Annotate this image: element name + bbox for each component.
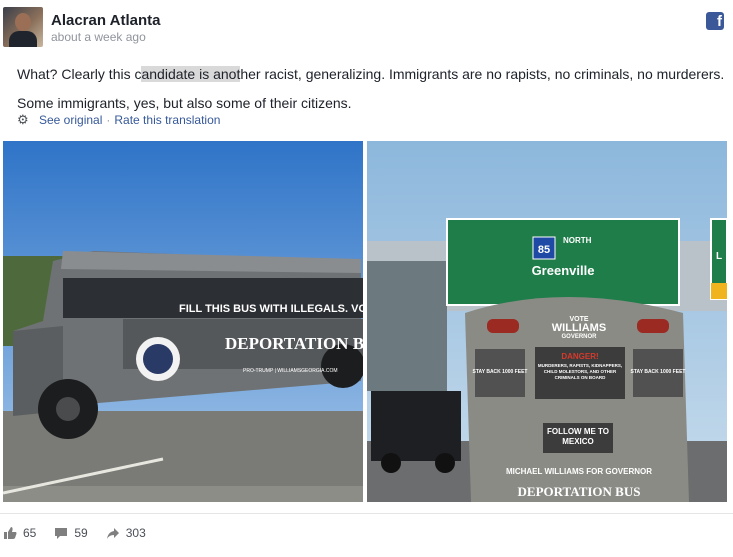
shares-stat[interactable]: 303 <box>106 526 146 540</box>
bus-small-sign: PRO-TRUMP | WILLIAMSGEORGIA.COM <box>243 368 338 374</box>
follow-me-text: FOLLOW ME TO MEXICO <box>546 427 610 446</box>
stay-back-left: STAY BACK 1000 FEET <box>473 369 528 375</box>
post-text-highlight: andidate is anot <box>141 66 241 82</box>
bus-fill-sign: FILL THIS BUS WITH ILLEGALS. VOTE <box>179 303 363 315</box>
post-text-part: What? Clearly this c <box>17 66 142 82</box>
comment-icon <box>55 528 68 539</box>
bus-michael-sign: MICHAEL WILLIAMS FOR GOVERNOR <box>506 467 652 476</box>
danger-label: DANGER! <box>561 352 598 361</box>
side-sign-letter: L <box>716 251 722 262</box>
separator-dot: · <box>106 113 111 127</box>
bus-side-image: FILL THIS BUS WITH ILLEGALS. VOTE DEPORT… <box>3 141 363 502</box>
share-icon <box>106 528 119 539</box>
bus-deportation-sign: DEPORTATION BUS <box>225 334 363 353</box>
bus-rear-photo[interactable]: 85 NORTH Greenville L VOTE WILLIAMS GOVE… <box>367 141 727 502</box>
bus-rear-image: 85 NORTH Greenville L VOTE WILLIAMS GOVE… <box>367 141 727 502</box>
danger-text: MURDERERS, RAPISTS, KIDNAPPERS, CHILD MO… <box>537 363 623 380</box>
interstate-number: 85 <box>538 244 550 256</box>
reaction-stats: 65 59 303 <box>3 526 164 540</box>
highway-direction: NORTH <box>563 236 592 245</box>
author-name[interactable]: Alacran Atlanta <box>51 12 160 29</box>
danger-text-box: MURDERERS, RAPISTS, KIDNAPPERS, CHILD MO… <box>537 363 623 380</box>
bus-williams: WILLIAMS <box>552 322 606 334</box>
comments-stat[interactable]: 59 <box>54 526 88 540</box>
post-timestamp[interactable]: about a week ago <box>51 30 146 44</box>
gear-icon[interactable]: ⚙ <box>17 113 29 126</box>
comments-count: 59 <box>74 526 88 540</box>
stay-back-right: STAY BACK 1000 FEET <box>631 369 686 375</box>
likes-count: 65 <box>23 526 37 540</box>
divider <box>0 513 733 514</box>
post-text: What? Clearly this candidate is another … <box>17 60 727 118</box>
bus-side-photo[interactable]: FILL THIS BUS WITH ILLEGALS. VOTE DEPORT… <box>3 141 363 502</box>
see-original-link[interactable]: See original <box>39 113 102 127</box>
avatar[interactable] <box>3 7 43 47</box>
thumbs-up-icon <box>4 527 17 539</box>
facebook-icon[interactable]: f <box>706 12 724 30</box>
highway-city: Greenville <box>532 263 595 278</box>
likes-stat[interactable]: 65 <box>3 526 36 540</box>
follow-me-box: FOLLOW ME TO MEXICO <box>546 427 610 446</box>
translation-bar: ⚙ See original · Rate this translation <box>17 113 220 127</box>
facebook-post: Alacran Atlanta about a week ago f What?… <box>0 0 733 557</box>
shares-count: 303 <box>125 526 146 540</box>
bus-governor: GOVERNOR <box>561 334 597 340</box>
bus-rear-deportation: DEPORTATION BUS <box>518 484 641 499</box>
rate-translation-link[interactable]: Rate this translation <box>114 113 220 127</box>
